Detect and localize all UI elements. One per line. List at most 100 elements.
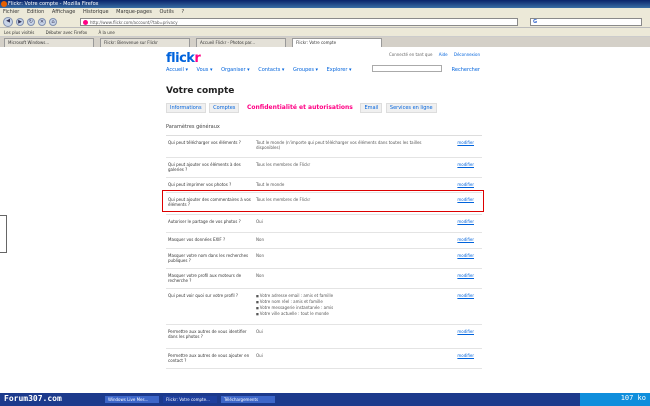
- menu-bar: Fichier Edition Affichage Historique Mar…: [0, 8, 650, 16]
- taskbar-item[interactable]: Téléchargements: [220, 395, 276, 404]
- stop-icon[interactable]: ✕: [38, 18, 46, 26]
- menu-outils[interactable]: Outils: [159, 9, 173, 15]
- modifier-link[interactable]: modifier: [457, 162, 474, 167]
- nav-organiser[interactable]: Organiser ▾: [221, 67, 250, 73]
- tab-informations[interactable]: Informations: [166, 103, 206, 113]
- tab-services[interactable]: Services en ligne: [385, 103, 437, 113]
- settings-table: Qui peut télécharger vos éléments ? Tout…: [166, 135, 482, 369]
- tab-confidentialite[interactable]: Confidentialité et autorisations: [243, 102, 357, 113]
- setting-value: Oui: [256, 329, 263, 334]
- menu-affichage[interactable]: Affichage: [52, 9, 76, 15]
- setting-value: Tous les membres de Flickr: [256, 162, 311, 167]
- taskbar-item[interactable]: Windows Live Mes...: [104, 395, 160, 404]
- system-tray: 107 ko: [580, 393, 650, 406]
- settings-row: Masquer votre nom dans les recherches pu…: [166, 249, 482, 269]
- highlight-box: [162, 190, 484, 212]
- setting-label: Autoriser le partage de vos photos ?: [168, 219, 241, 224]
- window-title: Flickr: Votre compte - Mozilla Firefox: [8, 1, 99, 7]
- nav-explorer[interactable]: Explorer ▾: [327, 67, 352, 73]
- url-text: http://www.flickr.com/account/?tab=priva…: [90, 20, 178, 25]
- firefox-icon: [1, 1, 7, 7]
- account-links: Connecté en tant que Aide Déconnexion: [384, 52, 480, 57]
- forward-icon[interactable]: ▶: [16, 18, 24, 26]
- setting-value: Tout le monde: [256, 182, 285, 187]
- window-titlebar: Flickr: Votre compte - Mozilla Firefox: [0, 0, 650, 8]
- help-link[interactable]: Aide: [439, 52, 448, 57]
- settings-row: Autoriser le partage de vos photos ? Oui…: [166, 215, 482, 233]
- list-item: Votre ville actuelle : tout le monde: [256, 311, 446, 317]
- site-search-input[interactable]: [372, 65, 442, 72]
- modifier-link[interactable]: modifier: [457, 219, 474, 224]
- setting-value: Oui: [256, 219, 263, 224]
- flickr-favicon-icon: [83, 20, 88, 25]
- modifier-link[interactable]: modifier: [457, 182, 474, 187]
- nav-accueil[interactable]: Accueil ▾: [166, 67, 188, 73]
- setting-label: Permettre aux autres de vous identifier …: [168, 329, 247, 339]
- bookmark-item[interactable]: Les plus visités: [4, 30, 34, 35]
- modifier-link[interactable]: modifier: [457, 253, 474, 258]
- modifier-link[interactable]: modifier: [457, 293, 474, 298]
- setting-value: Non: [256, 273, 264, 278]
- settings-row: Masquer votre profil aux moteurs de rech…: [166, 269, 482, 289]
- settings-row: Qui peut voir quoi sur votre profil ? Vo…: [166, 289, 482, 325]
- reload-icon[interactable]: ↻: [27, 18, 35, 26]
- menu-marque-pages[interactable]: Marque-pages: [116, 9, 152, 15]
- menu-edition[interactable]: Edition: [27, 9, 44, 15]
- settings-row: Qui peut ajouter vos éléments à des gale…: [166, 158, 482, 178]
- flickr-logo[interactable]: flickr: [166, 51, 201, 66]
- browser-tab-active[interactable]: Flickr: Votre compte: [292, 38, 382, 47]
- setting-label: Masquer votre profil aux moteurs de rech…: [168, 273, 242, 283]
- page-title: Votre compte: [166, 86, 235, 96]
- modifier-link[interactable]: modifier: [457, 140, 474, 145]
- setting-label: Qui peut ajouter vos éléments à des gale…: [168, 162, 241, 172]
- setting-label: Masquer votre nom dans les recherches pu…: [168, 253, 249, 263]
- settings-row: Masquer vos données EXIF ? Non modifier: [166, 233, 482, 249]
- setting-label: Qui peut voir quoi sur votre profil ?: [168, 293, 238, 298]
- browser-tab[interactable]: Accueil Flickr - Photos par...: [196, 38, 286, 47]
- nav-contacts[interactable]: Contacts ▾: [258, 67, 284, 73]
- logout-link[interactable]: Déconnexion: [454, 52, 480, 57]
- modifier-link[interactable]: modifier: [457, 353, 474, 358]
- signed-in-text: Connecté en tant que: [389, 52, 433, 57]
- settings-row: Qui peut télécharger vos éléments ? Tout…: [166, 136, 482, 158]
- browser-tab[interactable]: Microsoft Windows...: [4, 38, 94, 47]
- setting-label: Qui peut télécharger vos éléments ?: [168, 140, 241, 145]
- nav-vous[interactable]: Vous ▾: [197, 67, 213, 73]
- menu-historique[interactable]: Historique: [83, 9, 109, 15]
- setting-value: Tout le monde (n'importe qui peut téléch…: [256, 140, 422, 150]
- tab-comptes[interactable]: Comptes: [209, 103, 240, 113]
- bookmark-item[interactable]: À la une: [98, 30, 114, 35]
- search-link[interactable]: Rechercher: [452, 67, 480, 73]
- modifier-link[interactable]: modifier: [457, 273, 474, 278]
- account-subtabs: Informations Comptes Confidentialité et …: [166, 102, 439, 113]
- menu-aide[interactable]: ?: [181, 9, 184, 15]
- setting-value: Non: [256, 237, 264, 242]
- taskbar-item-active[interactable]: Flickr: Votre compte...: [162, 395, 218, 404]
- bookmark-item[interactable]: Débuter avec Firefox: [46, 30, 88, 35]
- back-icon[interactable]: ◀: [3, 17, 13, 27]
- flickr-main-nav: Accueil ▾ Vous ▾ Organiser ▾ Contacts ▾ …: [166, 67, 359, 73]
- tab-strip: Microsoft Windows... Flickr: Bienvenue s…: [0, 37, 650, 47]
- modifier-link[interactable]: modifier: [457, 329, 474, 334]
- menu-fichier[interactable]: Fichier: [3, 9, 19, 15]
- setting-label: Qui peut imprimer vos photos ?: [168, 182, 232, 187]
- windows-taskbar: Forum307.com Windows Live Mes... Flickr:…: [0, 393, 650, 406]
- watermark-text: Forum307.com: [4, 394, 62, 403]
- home-icon[interactable]: ⌂: [49, 18, 57, 26]
- side-panel-handle[interactable]: [0, 215, 7, 253]
- modifier-link[interactable]: modifier: [457, 237, 474, 242]
- browser-tab[interactable]: Flickr: Bienvenue sur Flickr: [100, 38, 190, 47]
- setting-value: Non: [256, 253, 264, 258]
- section-title: Paramètres généraux: [166, 124, 220, 130]
- setting-label: Permettre aux autres de vous ajouter en …: [168, 353, 250, 363]
- bookmarks-toolbar: Les plus visités Débuter avec Firefox À …: [0, 28, 650, 37]
- tray-text: 107 ko: [620, 394, 646, 402]
- setting-value: Oui: [256, 353, 263, 358]
- settings-row: Permettre aux autres de vous identifier …: [166, 325, 482, 349]
- navigation-toolbar: ◀ ▶ ↻ ✕ ⌂ http://www.flickr.com/account/…: [0, 16, 650, 28]
- url-bar[interactable]: http://www.flickr.com/account/?tab=priva…: [80, 18, 518, 26]
- settings-row: Permettre aux autres de vous ajouter en …: [166, 349, 482, 369]
- tab-email[interactable]: Email: [360, 103, 383, 113]
- browser-search-input[interactable]: G: [530, 18, 642, 26]
- nav-groupes[interactable]: Groupes ▾: [293, 67, 318, 73]
